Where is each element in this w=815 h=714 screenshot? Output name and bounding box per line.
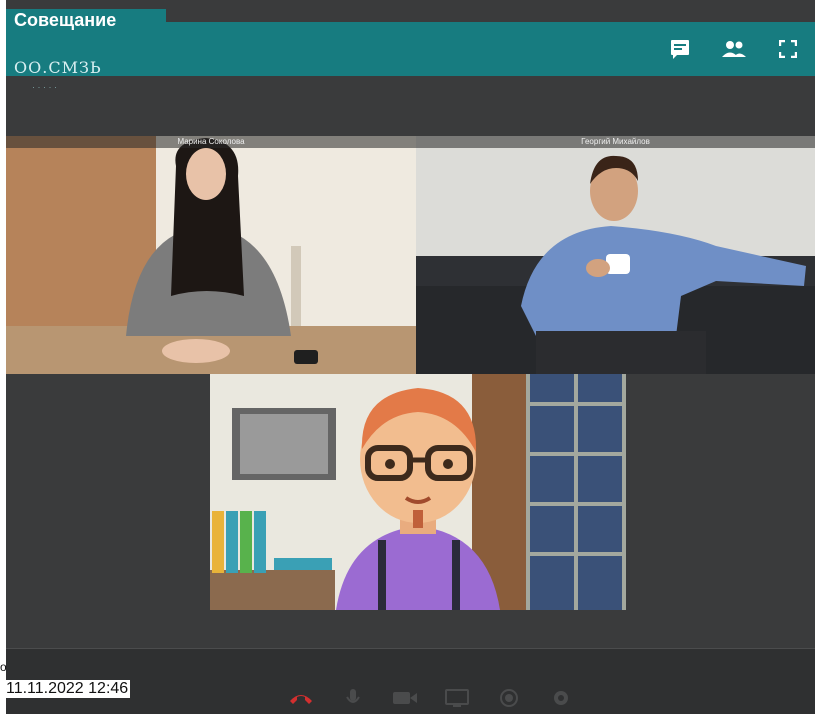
screen-share-icon[interactable] bbox=[442, 685, 472, 711]
subtitle-dots: · · · · · bbox=[32, 82, 57, 92]
chat-icon[interactable] bbox=[653, 22, 707, 76]
header-actions bbox=[653, 22, 815, 76]
video-tile-3[interactable] bbox=[210, 374, 626, 610]
participants-icon[interactable] bbox=[707, 22, 761, 76]
conference-window: ОО.СМЗЬ · · · · · Марина Соколова Георги… bbox=[6, 0, 815, 714]
participant-name-2: Георгий Михайлов bbox=[416, 136, 815, 148]
participant-name-1: Марина Соколова bbox=[6, 136, 416, 148]
mic-icon[interactable] bbox=[338, 685, 368, 711]
record-icon[interactable] bbox=[494, 685, 524, 711]
settings-icon[interactable] bbox=[546, 685, 576, 711]
video-frame-2 bbox=[416, 136, 815, 374]
video-tile-2[interactable]: Георгий Михайлов bbox=[416, 136, 815, 374]
camera-icon[interactable] bbox=[390, 685, 420, 711]
edge-glyph: о bbox=[0, 660, 7, 674]
timestamp: 11.11.2022 12:46 bbox=[0, 680, 131, 698]
video-tile-1[interactable]: Марина Соколова bbox=[6, 136, 416, 374]
meeting-subtitle: ОО.СМЗЬ bbox=[14, 58, 102, 77]
hangup-icon[interactable] bbox=[286, 685, 316, 711]
video-frame-1 bbox=[6, 136, 416, 374]
meeting-title: Совещание bbox=[6, 9, 166, 31]
fullscreen-icon[interactable] bbox=[761, 22, 815, 76]
avatar-illustration bbox=[210, 374, 626, 610]
